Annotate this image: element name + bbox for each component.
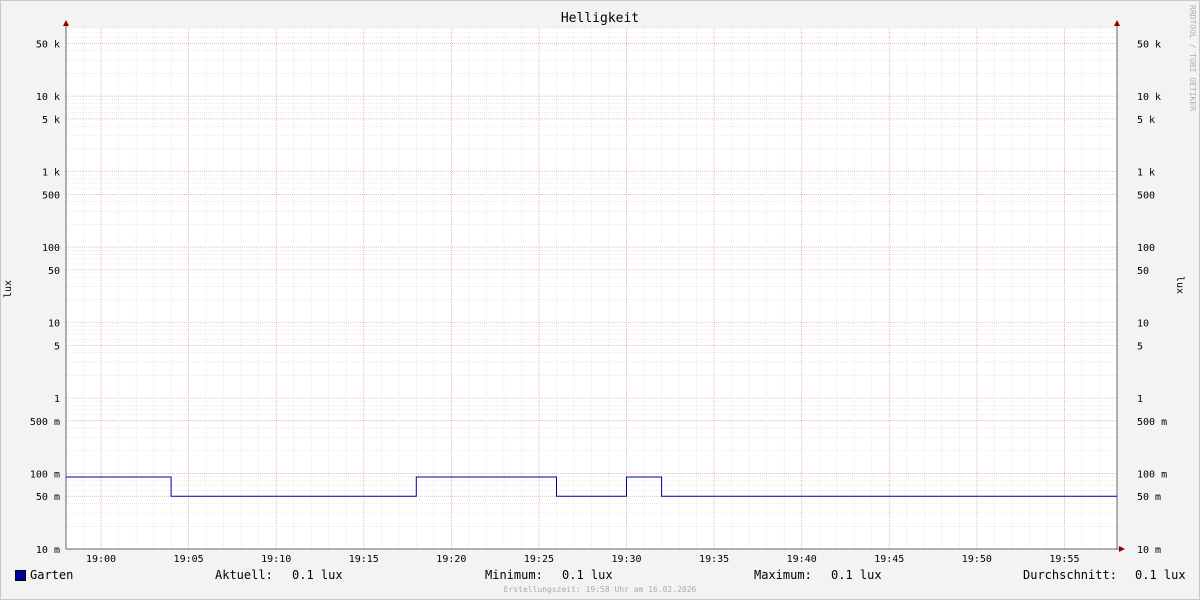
watermark: RRDTOOL / TOBI OETIKER [1188,5,1197,111]
y-axis-arrow-left [63,20,69,26]
y-tick-label-left: 1 [54,394,60,405]
y-tick-label-left: 50 [48,266,60,277]
y-tick-label-right: 10 [1137,319,1149,330]
y-axis-label-left: lux [3,279,14,298]
y-tick-label-right: 500 [1137,190,1155,201]
y-tick-label-right: 5 [1137,341,1143,352]
legend-current-label: Aktuell: [215,568,273,582]
legend-swatch [15,570,26,581]
y-tick-label-left: 500 [42,190,60,201]
y-tick-label-left: 10 [48,319,60,330]
x-tick-label: 19:50 [962,554,992,565]
x-axis-arrow [1119,546,1125,552]
y-tick-label-left: 50 k [36,39,60,50]
x-tick-label: 19:25 [524,554,554,565]
legend-current-value: 0.1 lux [292,568,343,582]
x-tick-label: 19:05 [174,554,204,565]
y-axis-arrow-right [1114,20,1120,26]
y-tick-label-left: 5 [54,341,60,352]
y-tick-label-right: 100 m [1137,470,1167,481]
legend-avg-label: Durchschnitt: [1023,568,1117,582]
y-tick-label-right: 500 m [1137,417,1167,428]
y-tick-label-right: 5 k [1137,115,1155,126]
x-tick-label: 19:30 [611,554,641,565]
x-tick-label: 19:20 [436,554,466,565]
legend-avg-value: 0.1 lux [1135,568,1186,582]
y-tick-label-left: 100 m [30,470,60,481]
y-tick-label-left: 500 m [30,417,60,428]
y-axis-label-right: lux [1174,276,1185,295]
footer-timestamp: Erstellungszeit: 19:58 Uhr am 16.02.2026 [503,585,697,594]
y-tick-label-left: 1 k [42,168,60,179]
legend-min-label: Minimum: [485,568,543,582]
x-tick-label: 19:35 [699,554,729,565]
legend-min-value: 0.1 lux [562,568,613,582]
chart-svg: 50 k 50 k 10 k 10 k 5 k 5 k 1 k 1 k 500 500 100 100… [30,20,1167,565]
x-tick-label: 19:55 [1049,554,1079,565]
y-tick-label-left: 100 [42,243,60,254]
y-tick-label-left: 5 k [42,115,60,126]
x-tick-label: 19:00 [86,554,116,565]
legend-max-value: 0.1 lux [831,568,882,582]
y-tick-label-left: 50 m [36,492,60,503]
x-tick-label: 19:45 [874,554,904,565]
y-tick-label-right: 10 k [1137,92,1161,103]
x-tick-label: 19:10 [261,554,291,565]
legend-max-label: Maximum: [754,568,812,582]
y-tick-label-left: 10 m [36,545,60,556]
y-tick-label-right: 1 k [1137,168,1155,179]
y-tick-label-right: 50 [1137,266,1149,277]
x-tick-label: 19:15 [349,554,379,565]
x-tick-label: 19:40 [787,554,817,565]
legend-series-name: Garten [30,568,74,582]
y-tick-label-right: 1 [1137,394,1143,405]
y-tick-label-right: 50 m [1137,492,1161,503]
y-tick-label-right: 50 k [1137,39,1161,50]
y-tick-label-right: 10 m [1137,545,1161,556]
y-tick-label-left: 10 k [36,92,60,103]
y-tick-label-right: 100 [1137,243,1155,254]
